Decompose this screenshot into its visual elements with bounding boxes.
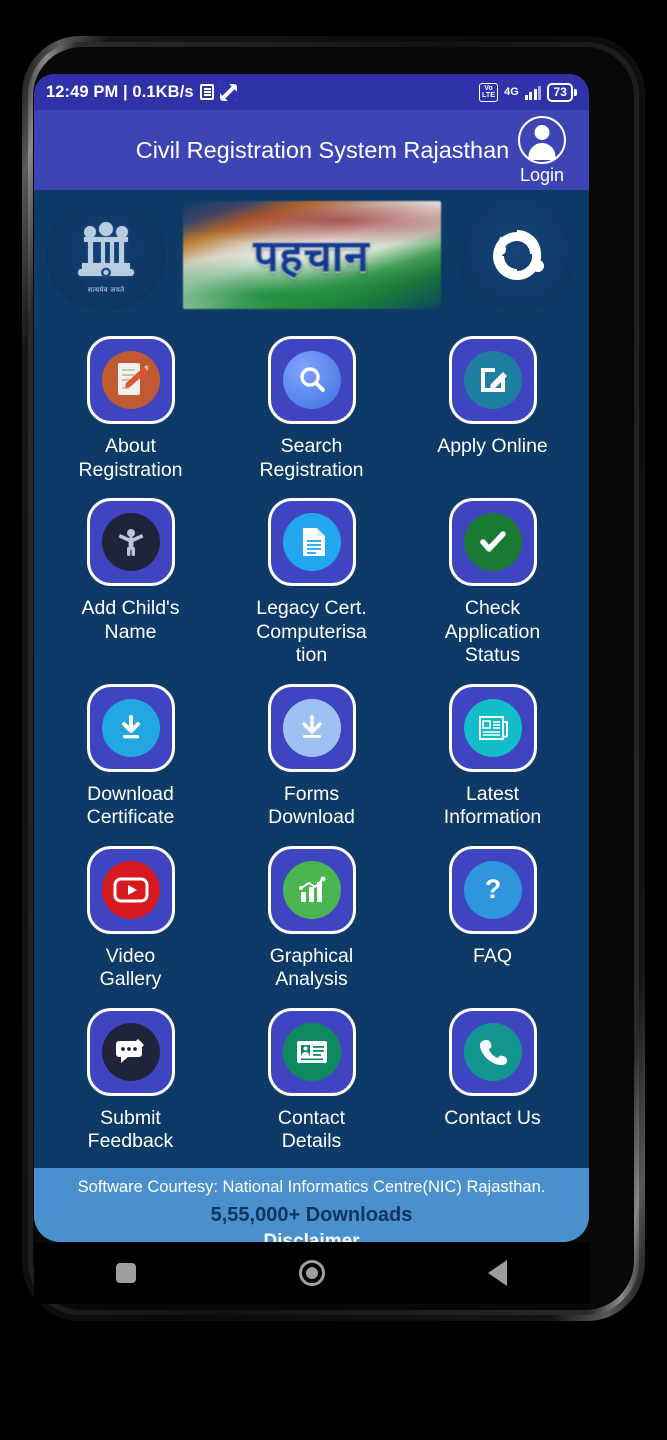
pehchan-flag-banner: पहचान [182,201,441,309]
menu-item-contact-us[interactable]: Contact Us [402,1002,583,1162]
menu-item-faq[interactable]: ? FAQ [402,840,583,1000]
signal-bars-icon [524,85,542,100]
menu-item-latest-information[interactable]: Latest Information [402,678,583,838]
screenshot-root: 12:49 PM | 0.1KB/s Vo LTE 4G 73 Civil Re… [0,0,667,1440]
footer: Software Courtesy: National Informatics … [34,1167,589,1243]
banner: सत्यमेव जयते पहचान [34,190,589,320]
document-icon [199,84,214,100]
menu-item-contact-details[interactable]: Contact Details [221,1002,402,1162]
menu-item-label: Submit Feedback [87,1106,174,1153]
video-gallery-youtube-icon [101,860,160,919]
login-label: Login [519,165,565,185]
phone-screen: 12:49 PM | 0.1KB/s Vo LTE 4G 73 Civil Re… [34,74,589,1242]
status-time-speed: 12:49 PM | 0.1KB/s [46,82,194,101]
search-icon [282,351,341,409]
network-type-label: 4G [504,85,519,98]
menu-grid: About Registration Search Registration A… [34,320,589,1168]
menu-item-label: Video Gallery [99,944,162,991]
legacy-certificate-icon [282,513,341,571]
menu-item-download-certificate[interactable]: Download Certificate [40,678,221,838]
login-button[interactable]: Login [503,116,581,186]
sync-icon [219,83,237,101]
home-circle-icon[interactable] [298,1260,325,1286]
india-national-emblem-icon: सत्यमेव जयते [46,199,166,311]
menu-item-label: Contact Details [277,1106,346,1153]
menu-item-label: About Registration [78,435,183,481]
menu-item-add-childs-name[interactable]: Add Child's Name [40,492,221,676]
menu-item-label: Add Child's Name [81,597,180,643]
battery-icon: 73 [547,82,577,102]
svg-text:?: ? [484,874,501,904]
menu-item-video-gallery[interactable]: Video Gallery [40,840,221,1000]
menu-item-search-registration[interactable]: Search Registration [221,330,402,490]
menu-item-label: Search Registration [259,435,364,481]
add-child-name-icon [101,513,160,571]
status-bar-right: Vo LTE 4G 73 [479,82,577,102]
menu-item-label: FAQ [472,944,512,967]
android-navigation-bar [34,1242,589,1304]
rajasthan-govt-logo-icon [457,199,577,311]
latest-information-news-icon [463,698,522,757]
menu-item-label: Apply Online [437,435,548,457]
menu-item-forms-download[interactable]: Forms Download [221,678,402,838]
menu-item-label: Graphical Analysis [269,944,354,991]
menu-item-apply-online[interactable]: Apply Online [402,330,583,490]
menu-item-check-application-status[interactable]: Check Application Status [402,492,583,676]
check-status-icon [463,513,522,571]
back-triangle-icon[interactable] [488,1260,508,1286]
status-bar: 12:49 PM | 0.1KB/s Vo LTE 4G 73 [34,74,589,110]
menu-item-submit-feedback[interactable]: Submit Feedback [40,1002,221,1162]
menu-item-label: Download Certificate [86,782,175,829]
faq-question-icon: ? [463,860,522,919]
menu-item-about-registration[interactable]: About Registration [40,330,221,490]
volte-icon: Vo LTE [479,82,499,102]
forms-download-icon [282,698,341,757]
apply-online-edit-icon [463,351,522,409]
disclaimer-link[interactable]: Disclaimer [263,1231,359,1243]
submit-feedback-icon [101,1022,160,1081]
menu-item-label: Forms Download [268,782,355,829]
footer-courtesy: Software Courtesy: National Informatics … [77,1177,546,1196]
menu-item-label: Latest Information [443,782,542,829]
banner-center-text: पहचान [253,231,370,281]
download-certificate-icon [101,698,160,757]
about-registration-icon [101,351,160,409]
menu-item-label: Legacy Cert. Computerisa tion [256,597,367,666]
app-bar: Civil Registration System Rajasthan Logi… [34,110,589,190]
battery-percent: 73 [547,82,573,102]
contact-us-phone-icon [463,1022,522,1081]
status-bar-left: 12:49 PM | 0.1KB/s [46,83,237,102]
graphical-analysis-chart-icon [282,860,341,919]
footer-downloads: 5,55,000+ Downloads [210,1203,413,1226]
menu-item-graphical-analysis[interactable]: Graphical Analysis [221,840,402,1000]
menu-item-legacy-cert-computerisation[interactable]: Legacy Cert. Computerisa tion [221,492,402,676]
menu-item-label: Check Application Status [444,597,541,666]
contact-details-card-icon [282,1022,341,1081]
menu-item-label: Contact Us [444,1106,541,1129]
user-avatar-icon [518,116,566,164]
recents-square-icon[interactable] [115,1263,136,1283]
